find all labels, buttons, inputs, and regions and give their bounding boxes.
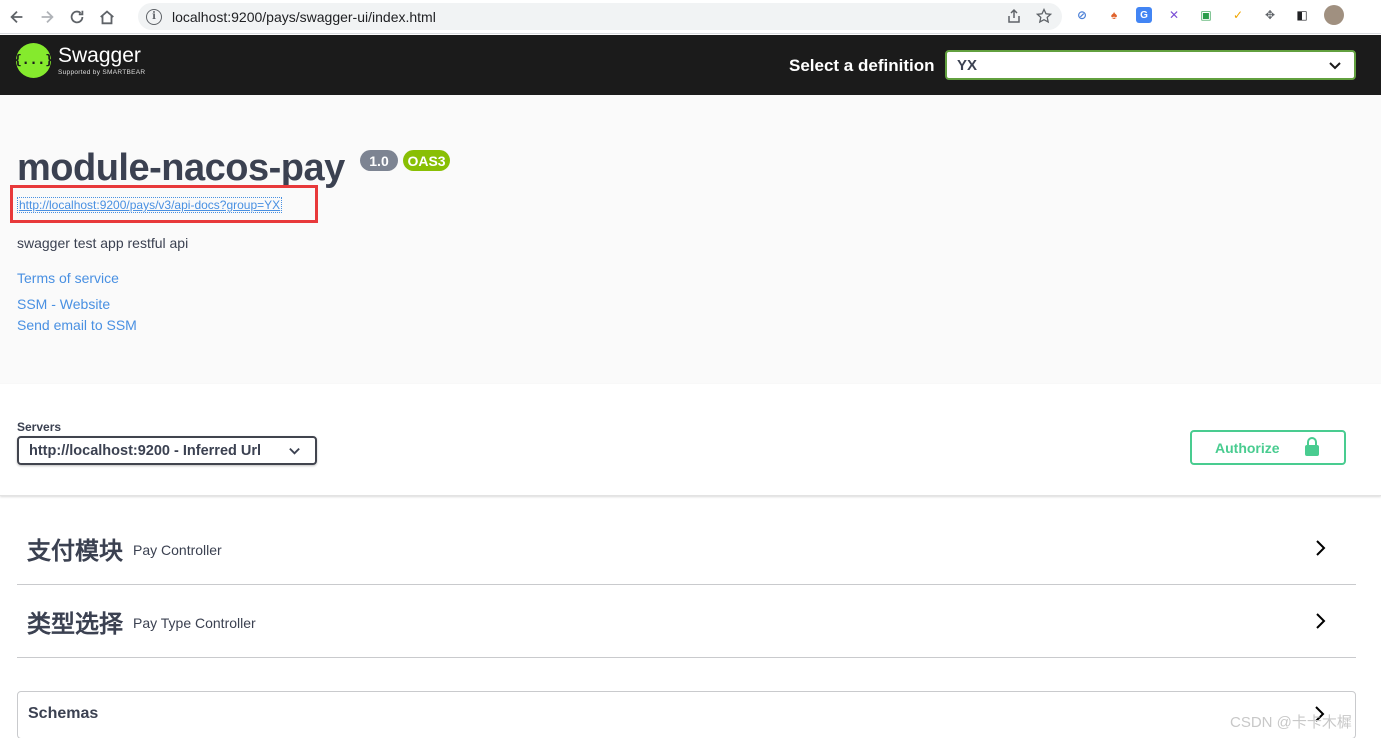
chevron-right-icon[interactable] <box>1310 611 1330 631</box>
extensions-puzzle-icon[interactable]: ✥ <box>1260 5 1280 25</box>
definition-select[interactable]: YX <box>945 50 1356 80</box>
chevron-down-icon <box>1329 62 1341 70</box>
extension-compass-icon[interactable]: ⊘ <box>1072 5 1092 25</box>
csdn-watermark: CSDN @卡卡木樨 <box>1230 714 1352 731</box>
extension-tree-icon[interactable]: ♠ <box>1104 5 1124 25</box>
tag-description: Pay Controller <box>133 542 222 558</box>
definition-select-value: YX <box>957 56 978 74</box>
profile-avatar[interactable] <box>1324 5 1344 25</box>
oas-badge: OAS3 <box>403 150 450 171</box>
servers-select-value: http://localhost:9200 - Inferred Url <box>29 442 262 459</box>
swagger-topbar: {...} Swagger Supported by SMARTBEAR Sel… <box>0 35 1381 95</box>
home-button[interactable] <box>94 4 120 30</box>
chevron-down-icon <box>289 447 300 455</box>
info-section: module-nacos-pay 1.0 OAS3 http://localho… <box>0 95 1381 384</box>
back-button[interactable] <box>4 4 30 30</box>
api-docs-link[interactable]: http://localhost:9200/pays/v3/api-docs?g… <box>17 197 283 213</box>
address-url[interactable]: localhost:9200/pays/swagger-ui/index.htm… <box>172 9 436 25</box>
arrow-left-icon <box>10 10 23 23</box>
reload-button[interactable] <box>64 4 90 30</box>
extension-check-icon[interactable]: ✓ <box>1228 5 1248 25</box>
scheme-container: Servers http://localhost:9200 - Inferred… <box>0 384 1381 496</box>
terms-of-service-link[interactable]: Terms of service <box>17 270 119 286</box>
tag-section-pay-type[interactable]: 类型选择 Pay Type Controller <box>17 585 1356 658</box>
swagger-logo-icon: {...} <box>14 43 53 78</box>
home-icon <box>100 9 114 24</box>
share-icon[interactable] <box>1006 8 1022 24</box>
bookmark-star-icon[interactable] <box>1036 8 1052 24</box>
email-link[interactable]: Send email to SSM <box>17 317 137 333</box>
forward-button[interactable] <box>34 4 60 30</box>
servers-label: Servers <box>17 420 62 434</box>
browser-toolbar: i localhost:9200/pays/swagger-ui/index.h… <box>0 0 1381 34</box>
arrow-right-icon <box>41 10 54 23</box>
reload-icon <box>70 10 84 23</box>
schemas-section[interactable]: Schemas <box>17 691 1356 738</box>
chevron-right-icon[interactable] <box>1310 538 1330 558</box>
side-panel-icon[interactable]: ◧ <box>1292 5 1312 25</box>
extensions-bar: ⊘ ♠ G ✕ ▣ ✓ ✥ ◧ <box>1072 5 1344 25</box>
website-link[interactable]: SSM - Website <box>17 296 110 312</box>
tag-name: 支付模块 <box>27 537 123 565</box>
version-badge: 1.0 <box>360 150 398 171</box>
logo-subtitle: Supported by SMARTBEAR <box>58 69 146 76</box>
site-info-icon[interactable]: i <box>146 8 162 25</box>
extension-x-icon[interactable]: ✕ <box>1164 5 1184 25</box>
authorize-button[interactable]: Authorize <box>1190 430 1346 465</box>
extension-clipboard-icon[interactable]: ▣ <box>1196 5 1216 25</box>
tag-description: Pay Type Controller <box>133 615 256 631</box>
swagger-logo[interactable]: {...} Swagger Supported by SMARTBEAR <box>14 43 146 78</box>
tag-section-pay[interactable]: 支付模块 Pay Controller <box>17 512 1356 585</box>
select-definition-label: Select a definition <box>789 56 935 75</box>
schemas-title: Schemas <box>28 705 99 722</box>
servers-select[interactable]: http://localhost:9200 - Inferred Url <box>17 436 317 465</box>
tag-name: 类型选择 <box>27 610 123 638</box>
api-description: swagger test app restful api <box>17 235 189 251</box>
logo-title: Swagger <box>58 44 141 67</box>
address-bar[interactable]: i localhost:9200/pays/swagger-ui/index.h… <box>138 3 1062 30</box>
extension-translate-icon[interactable]: G <box>1136 7 1152 23</box>
authorize-label: Authorize <box>1215 439 1280 456</box>
api-title: module-nacos-pay <box>17 147 345 189</box>
lock-icon <box>1305 437 1319 456</box>
